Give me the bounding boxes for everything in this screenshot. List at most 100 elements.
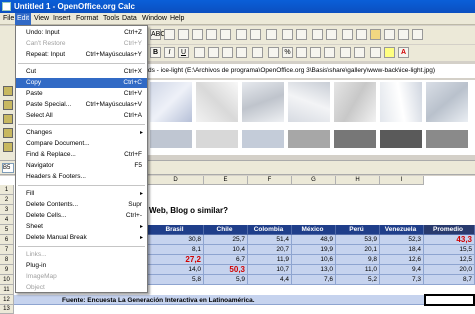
- table-cell[interactable]: 13,0: [292, 265, 336, 275]
- table-cell[interactable]: 20,7: [248, 245, 292, 255]
- header-cell[interactable]: México: [292, 225, 336, 235]
- row-header[interactable]: 1: [0, 185, 14, 195]
- menu-item-fill[interactable]: Fill ▸: [16, 189, 147, 199]
- row-header[interactable]: 11: [0, 285, 14, 295]
- row-header[interactable]: 5: [0, 225, 14, 235]
- row-header[interactable]: 4: [0, 215, 14, 225]
- menu-item-sheet[interactable]: Sheet ▸: [16, 222, 147, 232]
- chart-icon[interactable]: [312, 29, 323, 40]
- table-cell[interactable]: 7,6: [292, 275, 336, 285]
- table-cell[interactable]: 8,7: [424, 275, 475, 285]
- table-cell[interactable]: 12,5: [424, 255, 475, 265]
- gallery-thumbnail[interactable]: [380, 130, 422, 148]
- menu-data[interactable]: Data: [120, 13, 139, 25]
- theme-icon[interactable]: [3, 142, 13, 152]
- table-cell[interactable]: 51,4: [248, 235, 292, 245]
- name-box[interactable]: B5: [2, 163, 14, 173]
- gallery-thumbnail[interactable]: [288, 130, 330, 148]
- column-header[interactable]: G: [292, 176, 336, 185]
- table-cell[interactable]: 10,6: [292, 255, 336, 265]
- header-cell[interactable]: Brasil: [148, 225, 204, 235]
- autocheck-icon[interactable]: [164, 29, 175, 40]
- spellcheck-icon[interactable]: ABC: [150, 29, 165, 40]
- header-cell[interactable]: Perú: [336, 225, 380, 235]
- navigator-icon[interactable]: [356, 29, 367, 40]
- decrease-indent-icon[interactable]: [340, 47, 351, 58]
- help-icon[interactable]: [412, 29, 423, 40]
- table-cell[interactable]: 5,9: [204, 275, 248, 285]
- delete-decimal-icon[interactable]: [324, 47, 335, 58]
- menu-item-find-replace[interactable]: Find & Replace... Ctrl+F: [16, 150, 147, 160]
- column-header[interactable]: D: [148, 176, 204, 185]
- menu-format[interactable]: Format: [74, 13, 100, 25]
- table-cell[interactable]: 10,7: [248, 265, 292, 275]
- menu-help[interactable]: Help: [168, 13, 186, 25]
- header-cell[interactable]: Colombia: [248, 225, 292, 235]
- sort-descending-icon[interactable]: [296, 29, 307, 40]
- table-cell[interactable]: 6,7: [204, 255, 248, 265]
- datasources-icon[interactable]: [384, 29, 395, 40]
- menu-item-repeat[interactable]: Repeat: Input Ctrl+Mayúsculas+Y: [16, 50, 147, 60]
- gallery-thumbnail[interactable]: [242, 82, 284, 122]
- menu-item-compare-document[interactable]: Compare Document...: [16, 139, 147, 149]
- gallery-thumbnail[interactable]: [150, 130, 192, 148]
- menu-item-navigator[interactable]: Navigator F5: [16, 161, 147, 171]
- theme-icon[interactable]: [3, 86, 13, 96]
- gallery-thumbnail[interactable]: [150, 82, 192, 122]
- format-paintbrush-icon[interactable]: [220, 29, 231, 40]
- header-cell[interactable]: Promedio: [424, 225, 475, 235]
- sort-ascending-icon[interactable]: [282, 29, 293, 40]
- redo-icon[interactable]: [250, 29, 261, 40]
- borders-icon[interactable]: [370, 47, 381, 58]
- table-cell[interactable]: 5,8: [148, 275, 204, 285]
- font-color-icon[interactable]: A: [398, 47, 409, 58]
- row-header[interactable]: 13: [0, 305, 14, 314]
- row-header[interactable]: 12: [0, 295, 14, 305]
- increase-indent-icon[interactable]: [354, 47, 365, 58]
- gallery-thumbnail[interactable]: [196, 130, 238, 148]
- menu-file[interactable]: File: [1, 13, 16, 25]
- table-cell[interactable]: 11,0: [336, 265, 380, 275]
- menu-item-changes[interactable]: Changes ▸: [16, 128, 147, 138]
- table-cell[interactable]: 30,8: [148, 235, 204, 245]
- gallery-thumbnail[interactable]: [426, 130, 468, 148]
- menu-item-paste[interactable]: Paste Ctrl+V: [16, 89, 147, 99]
- menu-tools[interactable]: Tools: [101, 13, 121, 25]
- align-left-icon[interactable]: [194, 47, 205, 58]
- table-cell[interactable]: 18,4: [380, 245, 424, 255]
- bold-icon[interactable]: B: [150, 47, 161, 58]
- table-cell[interactable]: 20,1: [336, 245, 380, 255]
- table-cell[interactable]: 50,3: [204, 265, 248, 275]
- table-cell[interactable]: 5,2: [336, 275, 380, 285]
- align-center-icon[interactable]: [208, 47, 219, 58]
- table-cell[interactable]: 12,6: [380, 255, 424, 265]
- menu-item-headers-footers[interactable]: Headers & Footers...: [16, 172, 147, 182]
- theme-icon[interactable]: [3, 100, 13, 110]
- header-cell[interactable]: Venezuela: [380, 225, 424, 235]
- hyperlink-icon[interactable]: [266, 29, 277, 40]
- align-right-icon[interactable]: [222, 47, 233, 58]
- zoom-icon[interactable]: [398, 29, 409, 40]
- menu-item-cut[interactable]: Cut Ctrl+X: [16, 67, 147, 77]
- row-header[interactable]: 2: [0, 195, 14, 205]
- add-decimal-icon[interactable]: [310, 47, 321, 58]
- standard-format-icon[interactable]: [296, 47, 307, 58]
- table-cell[interactable]: 20,0: [424, 265, 475, 275]
- theme-icon[interactable]: [3, 128, 13, 138]
- table-cell[interactable]: 4,4: [248, 275, 292, 285]
- row-header[interactable]: 6: [0, 235, 14, 245]
- table-cell[interactable]: 48,9: [292, 235, 336, 245]
- undo-icon[interactable]: [236, 29, 247, 40]
- copy-icon[interactable]: [192, 29, 203, 40]
- gallery-thumbnail[interactable]: [288, 82, 330, 122]
- selected-cell[interactable]: [424, 294, 475, 306]
- row-header[interactable]: 7: [0, 245, 14, 255]
- table-cell[interactable]: 25,7: [204, 235, 248, 245]
- gallery-icon[interactable]: [370, 29, 381, 40]
- row-header[interactable]: 8: [0, 255, 14, 265]
- column-header[interactable]: E: [204, 176, 248, 185]
- table-cell[interactable]: 7,3: [380, 275, 424, 285]
- menu-window[interactable]: Window: [140, 13, 169, 25]
- background-color-icon[interactable]: [384, 47, 395, 58]
- row-header[interactable]: 3: [0, 205, 14, 215]
